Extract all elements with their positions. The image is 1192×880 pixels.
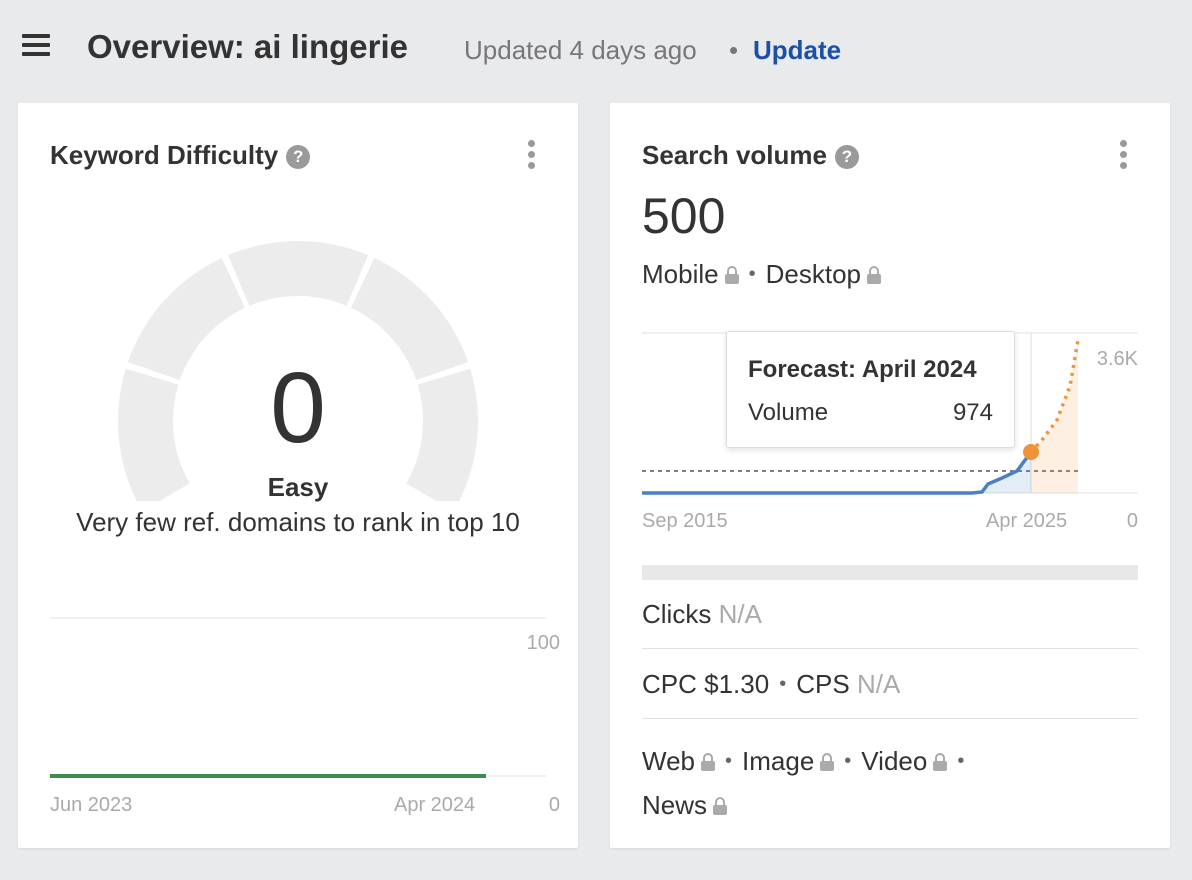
section-divider	[642, 565, 1138, 580]
forecast-tooltip: Forecast: April 2024 Volume 974	[726, 331, 1015, 448]
help-icon[interactable]: ?	[286, 145, 311, 169]
lock-icon[interactable]	[867, 266, 881, 284]
search-volume-card: Search volume? 500 Mobile • Desktop 3.6K S…	[610, 103, 1170, 848]
image-label: Image	[742, 746, 815, 776]
serp-separator: •	[844, 750, 852, 772]
cps-value: N/A	[856, 669, 901, 699]
keyword-difficulty-title-text: Keyword Difficulty	[50, 140, 279, 170]
device-separator: •	[748, 263, 756, 285]
difficulty-label: Easy	[267, 472, 329, 502]
tooltip-title: Forecast: April 2024	[748, 356, 977, 383]
y-axis-min-label: 0	[548, 794, 560, 816]
x-axis-start-label: Sep 2015	[642, 510, 728, 532]
x-axis-end-label: Apr 2025	[986, 510, 1068, 532]
web-label: Web	[642, 746, 695, 776]
lock-icon[interactable]	[820, 753, 835, 771]
device-breakdown: Mobile • Desktop	[642, 259, 881, 290]
video-label: Video	[861, 746, 928, 776]
desktop-label: Desktop	[765, 259, 861, 289]
updated-status: Updated 4 days ago	[464, 35, 697, 65]
cpc-label: CPC	[642, 669, 697, 699]
tooltip-value: 974	[952, 399, 993, 426]
serp-features-row: Web • Image • Video • News	[642, 739, 1138, 827]
lock-icon[interactable]	[701, 753, 715, 771]
keyword-difficulty-card: Keyword Difficulty? 0 Easy Very few ref.…	[18, 103, 578, 848]
history-area	[982, 452, 1031, 493]
kebab-menu-icon[interactable]	[1118, 140, 1128, 170]
y-axis-max-label: 3.6K	[1096, 348, 1138, 370]
difficulty-history-chart: 100 Jun 2023 Apr 2024 0	[50, 608, 560, 828]
row-divider	[642, 648, 1138, 649]
gauge-segment	[227, 241, 369, 306]
cpc-value: $1.30	[704, 669, 770, 699]
y-axis-max-label: 100	[526, 632, 560, 654]
search-volume-title: Search volume?	[642, 140, 859, 171]
y-axis-min-label: 0	[1126, 510, 1138, 532]
difficulty-score: 0	[270, 352, 326, 464]
serp-separator: •	[725, 750, 733, 772]
tooltip-key: Volume	[748, 399, 829, 426]
cps-label: CPS	[796, 669, 850, 699]
page-title: Overview: ai lingerie	[87, 28, 408, 65]
menu-icon[interactable]	[22, 34, 50, 58]
kebab-menu-icon[interactable]	[526, 140, 536, 170]
search-volume-value: 500	[642, 188, 726, 244]
forecast-area	[1031, 340, 1078, 493]
lock-icon[interactable]	[724, 266, 739, 284]
help-icon[interactable]: ?	[834, 145, 859, 169]
keyword-difficulty-title: Keyword Difficulty?	[50, 140, 311, 171]
forecast-point-marker[interactable]	[1023, 444, 1039, 460]
mobile-label: Mobile	[642, 259, 719, 289]
clicks-row: Clicks N/A	[642, 599, 1138, 630]
update-link[interactable]: Update	[753, 35, 841, 66]
history-series-line	[642, 450, 1033, 495]
page-header: Overview: ai lingerie Updated 4 days ago…	[0, 0, 1192, 100]
search-volume-title-text: Search volume	[642, 140, 827, 170]
cpc-separator: •	[779, 673, 787, 695]
header-separator: •	[729, 35, 739, 65]
difficulty-description: Very few ref. domains to rank in top 10	[76, 507, 520, 537]
x-axis-end-label: Apr 2024	[394, 794, 476, 816]
news-label: News	[642, 790, 708, 820]
lock-icon[interactable]	[933, 753, 948, 771]
cpc-cps-row: CPC $1.30 • CPS N/A	[642, 669, 1138, 700]
serp-separator: •	[957, 750, 965, 772]
row-divider	[642, 718, 1138, 719]
x-axis-start-label: Jun 2023	[50, 794, 133, 816]
clicks-value: N/A	[718, 599, 762, 629]
clicks-label: Clicks	[642, 599, 712, 629]
lock-icon[interactable]	[713, 797, 728, 815]
